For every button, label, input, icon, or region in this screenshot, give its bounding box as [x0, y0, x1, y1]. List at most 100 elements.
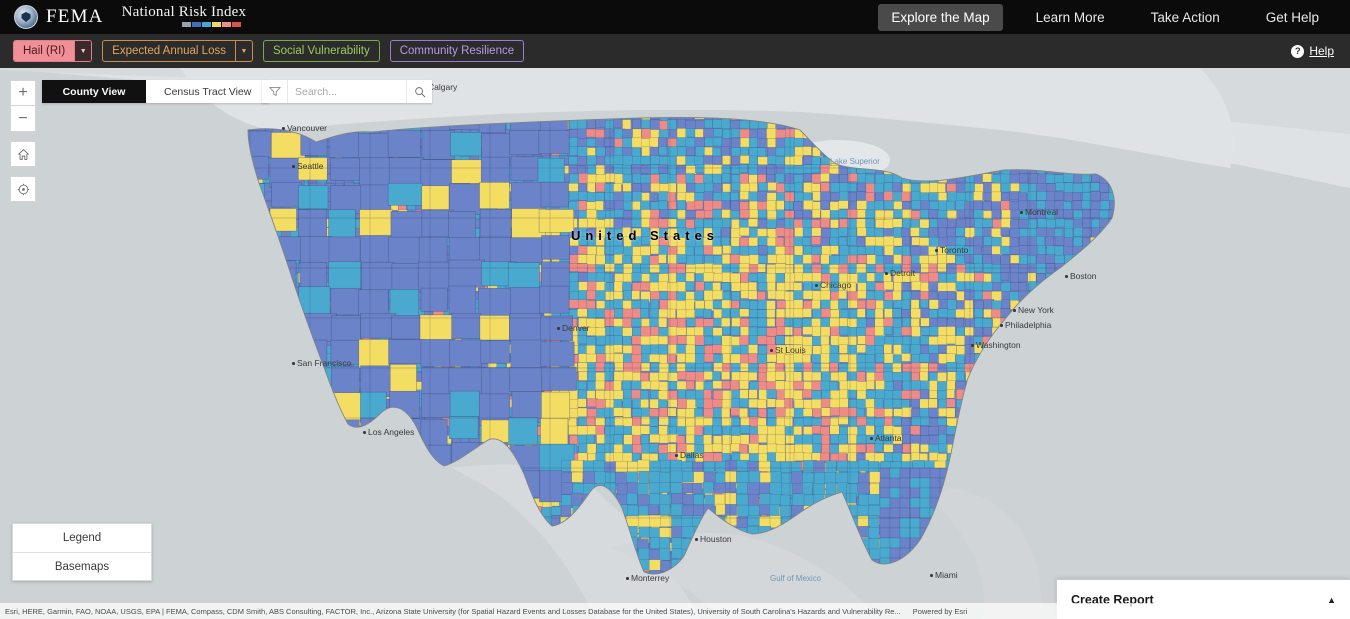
county-polygon[interactable]: [829, 245, 839, 255]
county-polygon[interactable]: [856, 308, 866, 319]
county-polygon[interactable]: [677, 398, 688, 409]
county-polygon[interactable]: [1018, 272, 1029, 283]
county-polygon[interactable]: [776, 164, 786, 175]
county-polygon[interactable]: [766, 309, 776, 318]
county-polygon[interactable]: [956, 218, 967, 229]
county-polygon[interactable]: [586, 246, 597, 255]
county-polygon[interactable]: [622, 281, 632, 292]
county-polygon[interactable]: [883, 444, 894, 453]
county-polygon[interactable]: [569, 291, 580, 300]
county-polygon[interactable]: [703, 452, 715, 462]
county-polygon[interactable]: [739, 389, 749, 400]
county-polygon[interactable]: [766, 300, 776, 310]
county-polygon[interactable]: [676, 353, 686, 363]
county-polygon[interactable]: [775, 237, 785, 247]
county-polygon[interactable]: [829, 236, 839, 247]
county-polygon[interactable]: [641, 192, 650, 202]
county-polygon[interactable]: [928, 417, 939, 428]
county-polygon[interactable]: [1099, 210, 1110, 220]
county-polygon[interactable]: [586, 443, 597, 455]
county-polygon[interactable]: [596, 353, 606, 364]
chevron-down-icon[interactable]: ▼: [234, 41, 252, 61]
county-polygon[interactable]: [1090, 182, 1100, 192]
county-polygon[interactable]: [838, 336, 849, 346]
county-polygon[interactable]: [676, 200, 686, 211]
county-polygon[interactable]: [595, 452, 607, 462]
county-polygon[interactable]: [1072, 183, 1084, 193]
county-polygon[interactable]: [676, 281, 687, 293]
county-polygon[interactable]: [658, 237, 670, 247]
county-polygon[interactable]: [713, 435, 722, 446]
county-polygon[interactable]: [667, 308, 676, 319]
county-polygon[interactable]: [892, 399, 902, 408]
county-polygon[interactable]: [784, 218, 795, 229]
county-polygon[interactable]: [928, 336, 940, 347]
county-polygon[interactable]: [910, 443, 920, 454]
county-polygon[interactable]: [767, 147, 778, 157]
county-polygon[interactable]: [928, 291, 938, 301]
county-polygon[interactable]: [775, 425, 787, 435]
county-polygon[interactable]: [937, 254, 947, 265]
county-polygon[interactable]: [856, 362, 867, 372]
county-polygon[interactable]: [874, 443, 884, 453]
county-polygon[interactable]: [587, 362, 597, 373]
county-polygon[interactable]: [740, 353, 750, 365]
county-polygon[interactable]: [721, 335, 733, 347]
county-polygon[interactable]: [758, 372, 767, 382]
county-polygon[interactable]: [604, 317, 615, 327]
county-polygon[interactable]: [820, 254, 830, 265]
county-polygon[interactable]: [622, 335, 632, 346]
county-polygon[interactable]: [722, 128, 733, 139]
county-polygon[interactable]: [748, 326, 758, 337]
county-polygon[interactable]: [820, 228, 832, 239]
county-polygon[interactable]: [757, 156, 769, 166]
county-polygon[interactable]: [847, 192, 857, 202]
county-polygon[interactable]: [766, 128, 778, 139]
county-polygon[interactable]: [793, 327, 802, 337]
county-polygon[interactable]: [847, 389, 857, 399]
county-polygon[interactable]: [802, 408, 813, 418]
county-polygon[interactable]: [802, 308, 812, 318]
county-polygon[interactable]: [604, 309, 615, 320]
county-polygon[interactable]: [928, 192, 940, 201]
county-polygon[interactable]: [731, 246, 741, 255]
county-polygon[interactable]: [739, 444, 748, 455]
county-polygon[interactable]: [703, 353, 715, 363]
county-polygon[interactable]: [676, 119, 686, 129]
county-polygon[interactable]: [595, 290, 606, 301]
county-polygon[interactable]: [946, 201, 956, 212]
county-polygon[interactable]: [640, 344, 651, 355]
county-polygon[interactable]: [1001, 236, 1011, 248]
county-polygon[interactable]: [973, 200, 983, 211]
county-polygon[interactable]: [1063, 173, 1075, 183]
county-polygon[interactable]: [595, 425, 605, 436]
county-polygon[interactable]: [1019, 173, 1028, 184]
county-polygon[interactable]: [631, 380, 642, 390]
county-polygon[interactable]: [749, 209, 759, 219]
county-polygon[interactable]: [586, 353, 597, 363]
county-polygon[interactable]: [946, 362, 957, 372]
county-polygon[interactable]: [875, 353, 886, 363]
county-polygon[interactable]: [830, 390, 841, 400]
county-polygon[interactable]: [811, 399, 823, 410]
county-polygon[interactable]: [767, 417, 777, 427]
county-polygon[interactable]: [1018, 254, 1028, 266]
county-polygon[interactable]: [946, 254, 956, 264]
county-polygon[interactable]: [568, 408, 579, 419]
county-polygon[interactable]: [577, 434, 588, 445]
county-polygon[interactable]: [820, 218, 830, 228]
county-polygon[interactable]: [712, 246, 723, 255]
county-polygon[interactable]: [775, 335, 785, 345]
county-polygon[interactable]: [866, 380, 875, 390]
county-polygon[interactable]: [766, 327, 778, 337]
county-polygon[interactable]: [1000, 245, 1012, 255]
county-polygon[interactable]: [677, 335, 687, 345]
county-polygon[interactable]: [712, 443, 723, 453]
county-polygon[interactable]: [982, 218, 994, 228]
county-polygon[interactable]: [857, 272, 868, 284]
county-polygon[interactable]: [622, 407, 632, 418]
county-polygon[interactable]: [1027, 255, 1037, 265]
county-polygon[interactable]: [568, 425, 579, 435]
county-polygon[interactable]: [802, 326, 814, 335]
county-polygon[interactable]: [640, 372, 650, 382]
